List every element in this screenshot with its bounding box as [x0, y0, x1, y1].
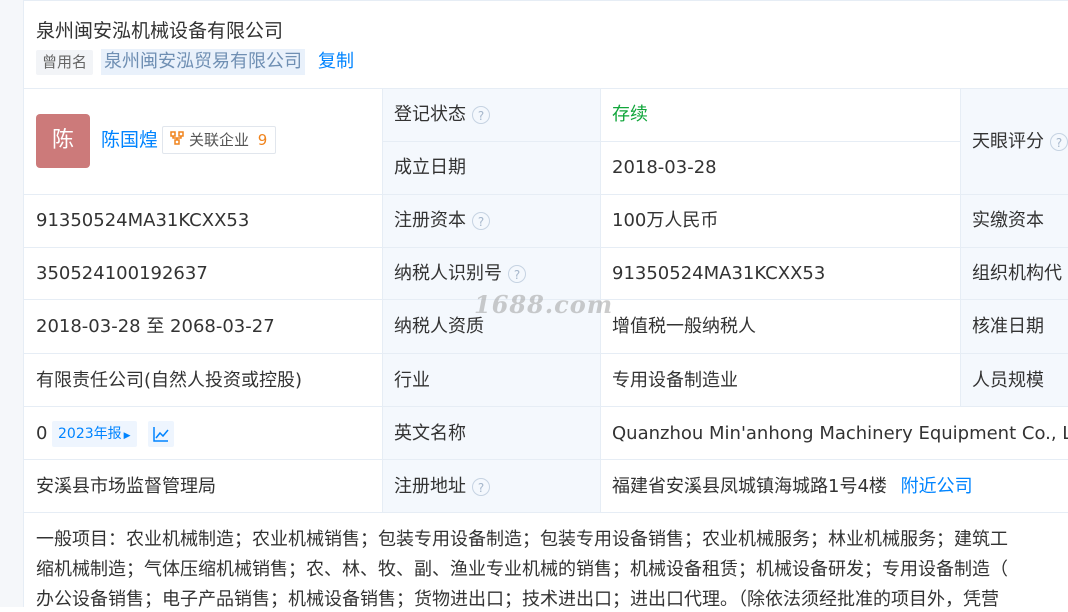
- reg-status-label: 登记状态?: [394, 103, 490, 127]
- help-icon[interactable]: ?: [472, 212, 490, 230]
- help-icon[interactable]: ?: [508, 265, 526, 283]
- reg-capital-label: 注册资本?: [394, 209, 490, 233]
- scope-line-1: 一般项目：农业机械制造；农业机械销售；包装专用设备制造；包装专用设备销售；农业机…: [36, 529, 1008, 550]
- address-text: 福建省安溪县凤城镇海城路1号4楼: [612, 476, 887, 497]
- credit-code-value: 91350524MA31KCXX53: [36, 210, 250, 231]
- copy-button[interactable]: 复制: [318, 50, 354, 74]
- industry-value: 专用设备制造业: [612, 370, 738, 391]
- help-icon[interactable]: ?: [472, 106, 490, 124]
- trend-chart-icon[interactable]: [148, 421, 174, 447]
- help-icon[interactable]: ?: [1050, 133, 1068, 151]
- scope-line-2: 缩机械制造；气体压缩机械销售；农、林、牧、副、渔业专业机械的销售；机械设备租赁；…: [36, 559, 1008, 580]
- legal-rep-name[interactable]: 陈国煌: [101, 128, 158, 152]
- avatar[interactable]: 陈: [36, 114, 90, 168]
- found-date-label: 成立日期: [394, 157, 466, 178]
- annual-report-button[interactable]: 2023年报 ▶: [52, 421, 137, 447]
- company-name: 泉州闽安泓机械设备有限公司: [36, 20, 284, 42]
- industry-label: 行业: [394, 370, 430, 391]
- left-gutter: [0, 0, 24, 607]
- reg-capital-value: 100万人民币: [612, 210, 719, 231]
- found-date-value: 2018-03-28: [612, 157, 717, 178]
- nearby-companies-link[interactable]: 附近公司: [901, 476, 973, 497]
- watermark: 1688.com: [474, 290, 614, 319]
- reg-status-value: 存续: [612, 104, 648, 125]
- paid-capital-label: 实缴资本: [972, 210, 1044, 231]
- avatar-char: 陈: [51, 128, 74, 153]
- annual-report-label: 2023年报: [58, 426, 122, 442]
- reg-number-value: 350524100192637: [36, 263, 208, 284]
- staff-size-label: 人员规模: [972, 370, 1044, 391]
- english-name-label: 英文名称: [394, 423, 466, 444]
- related-count: 9: [257, 131, 268, 149]
- taxpayer-type-value: 增值税一般纳税人: [612, 316, 756, 337]
- reg-address-label: 注册地址?: [394, 475, 490, 499]
- org-code-label: 组织机构代: [972, 263, 1062, 284]
- related-icon: [169, 128, 185, 154]
- authority-value: 安溪县市场监督管理局: [36, 476, 216, 497]
- related-companies-badge[interactable]: 关联企业 9: [162, 126, 277, 154]
- taxpayer-type-label: 纳税人资质: [394, 316, 484, 337]
- former-name-tag: 曾用名: [36, 50, 94, 75]
- former-name: 泉州闽安泓贸易有限公司: [101, 49, 305, 75]
- tax-id-value: 91350524MA31KCXX53: [612, 263, 826, 284]
- help-icon[interactable]: ?: [472, 478, 490, 496]
- term-value: 2018-03-28 至 2068-03-27: [36, 316, 275, 337]
- company-type-value: 有限责任公司(自然人投资或控股): [36, 370, 303, 391]
- former-name-tag-label: 曾用名: [42, 53, 88, 71]
- tax-id-label: 纳税人识别号?: [394, 262, 526, 286]
- english-name-value: Quanzhou Min'anhong Machinery Equipment …: [612, 423, 1068, 444]
- former-name-text: 泉州闽安泓贸易有限公司: [104, 51, 302, 72]
- approve-date-label: 核准日期: [972, 316, 1044, 337]
- related-label: 关联企业: [189, 131, 250, 149]
- rating-label: 天眼评分?: [972, 130, 1068, 154]
- reg-address-value: 福建省安溪县凤城镇海城路1号4楼 附近公司: [612, 475, 973, 499]
- caret-right-icon: ▶: [123, 431, 131, 441]
- scope-line-3: 办公设备销售；电子产品销售；机械设备销售；货物进出口；技术进出口；进出口代理。（…: [36, 589, 999, 610]
- insured-value: 0: [36, 423, 48, 444]
